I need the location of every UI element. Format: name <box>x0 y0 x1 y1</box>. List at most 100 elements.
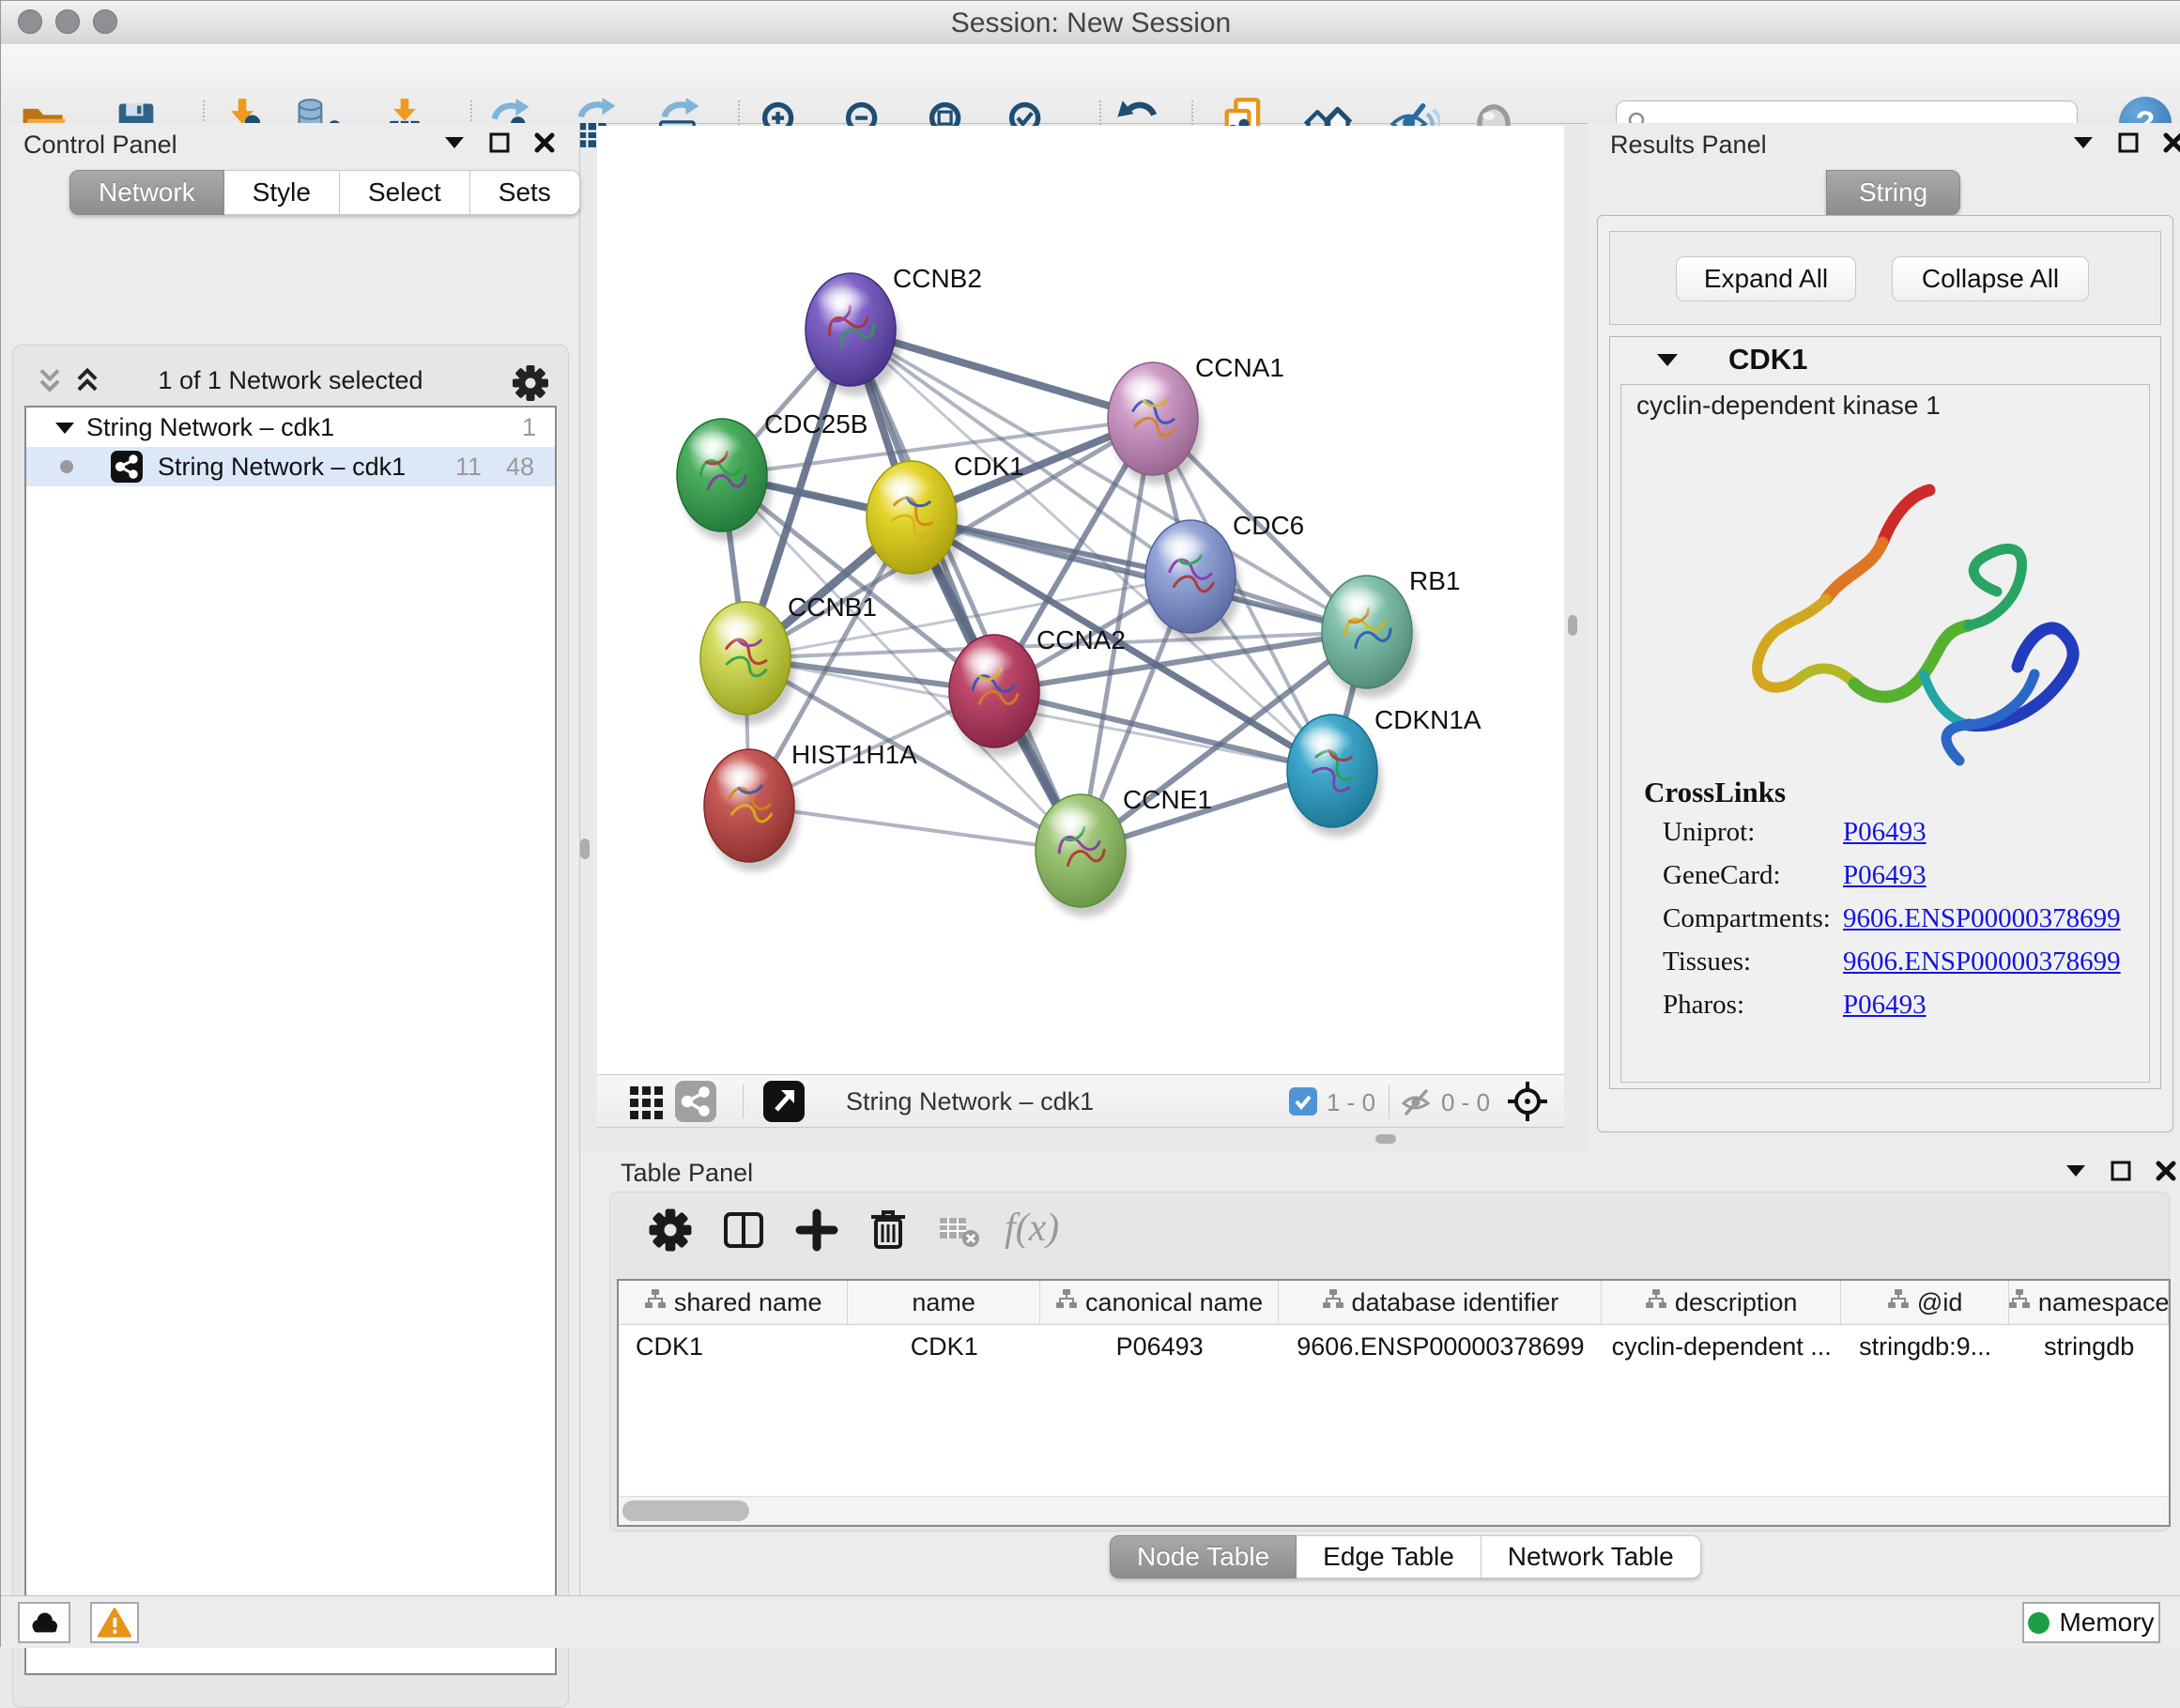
network-canvas[interactable]: CCNB2CCNA1CDC25BCDK1CDC6RB1CCNB1CCNA2CDK… <box>597 126 1564 1074</box>
results-panel-close-icon[interactable] <box>2161 131 2180 155</box>
network-node-CCNB2[interactable]: CCNB2 <box>806 264 982 395</box>
column-header-label: namespace <box>2038 1288 2169 1317</box>
table-panel-float-icon[interactable] <box>2109 1159 2133 1183</box>
gene-entry-header[interactable]: CDK1 <box>1610 337 2160 382</box>
table-cell[interactable]: stringdb <box>2009 1325 2169 1368</box>
edge-CCNB2-CCNE1[interactable] <box>851 330 1081 851</box>
share-network-icon[interactable] <box>675 1081 716 1122</box>
table-cell[interactable]: CDK1 <box>848 1325 1040 1368</box>
crosslink-value-link[interactable]: 9606.ENSP00000378699 <box>1843 903 2121 934</box>
column-header-name[interactable]: name <box>848 1281 1040 1324</box>
network-node-CDC6[interactable]: CDC6 <box>1145 511 1304 642</box>
collapse-all-button[interactable]: Collapse All <box>1892 256 2089 301</box>
bottom-splitter-handle[interactable] <box>1375 1134 1396 1144</box>
create-column-icon[interactable] <box>792 1206 841 1254</box>
fit-selected-crosshair-icon[interactable] <box>1506 1080 1549 1123</box>
tab-node-table[interactable]: Node Table <box>1110 1535 1297 1578</box>
collapse-entry-icon[interactable] <box>1655 350 1680 369</box>
table-cell[interactable]: cyclin-dependent ... <box>1602 1325 1840 1368</box>
table-panel-collapse-icon[interactable] <box>2064 1159 2088 1183</box>
network-list: String Network – cdk11String Network – c… <box>24 406 557 1675</box>
crosslink-label: Compartments: <box>1663 903 1831 933</box>
column-header-description[interactable]: description <box>1602 1281 1840 1324</box>
node-label-HIST1H1A: HIST1H1A <box>791 740 917 769</box>
expand-all-button[interactable]: Expand All <box>1676 256 1856 301</box>
network-status-dot <box>60 460 73 473</box>
grid-view-icon[interactable] <box>626 1081 668 1122</box>
main-toolbar: ? <box>1 44 2180 124</box>
crosslink-row: Uniprot:P06493 <box>1663 817 1755 854</box>
warnings-button[interactable] <box>90 1602 139 1643</box>
tab-edge-table[interactable]: Edge Table <box>1297 1535 1481 1578</box>
results-panel: Results Panel String Expand All Collapse… <box>1588 123 2180 1151</box>
network-options-gear-icon[interactable] <box>510 362 551 404</box>
tab-network-table[interactable]: Network Table <box>1481 1535 1701 1578</box>
table-cell[interactable]: 9606.ENSP00000378699 <box>1279 1325 1602 1368</box>
table-panel-close-icon[interactable] <box>2154 1159 2178 1183</box>
crosslink-value-link[interactable]: P06493 <box>1843 860 1927 891</box>
crosslink-row: GeneCard:P06493 <box>1663 860 1781 898</box>
network-node-CDK1[interactable]: CDK1 <box>867 452 1024 583</box>
control-panel-float-icon[interactable] <box>487 131 512 155</box>
tree-expander-icon[interactable] <box>54 413 86 442</box>
tab-style[interactable]: Style <box>224 170 340 215</box>
network-node-CDC25B[interactable]: CDC25B <box>677 409 867 541</box>
birdseye-view-icon[interactable] <box>763 1081 805 1122</box>
control-panel-collapse-icon[interactable] <box>442 131 467 155</box>
table-panel-tabs: Node TableEdge TableNetwork Table <box>1110 1535 1701 1578</box>
delete-table-icon[interactable] <box>935 1206 984 1254</box>
statusbar-separator <box>743 1085 744 1118</box>
network-node-CDKN1A[interactable]: CDKN1A <box>1287 705 1481 837</box>
table-cell[interactable]: P06493 <box>1040 1325 1279 1368</box>
protein-structure-image <box>1687 432 2091 808</box>
control-panel-tabs: NetworkStyleSelectSets <box>69 170 580 215</box>
control-panel: Control Panel NetworkStyleSelectSets 1 o… <box>1 123 580 1595</box>
scrollbar-thumb[interactable] <box>622 1500 749 1521</box>
network-node-CCNB1[interactable]: CCNB1 <box>700 592 877 724</box>
table-horizontal-scrollbar[interactable] <box>619 1496 2169 1525</box>
column-header-database-identifier[interactable]: database identifier <box>1279 1281 1602 1324</box>
table-cell[interactable]: CDK1 <box>619 1325 848 1368</box>
delete-column-trash-icon[interactable] <box>864 1206 913 1254</box>
crosslink-row: Tissues:9606.ENSP00000378699 <box>1663 946 1751 984</box>
edge-count: 48 <box>506 453 534 482</box>
network-node-CCNE1[interactable]: CCNE1 <box>1036 785 1212 916</box>
results-panel-collapse-icon[interactable] <box>2071 131 2096 155</box>
shared-column-tree-icon <box>1055 1288 1078 1317</box>
column-header-namespace[interactable]: namespace <box>2009 1281 2169 1324</box>
right-splitter-handle[interactable] <box>1568 615 1577 636</box>
string-results-box: Expand All Collapse All CDK1 cyclin-depe… <box>1597 215 2173 1132</box>
cloud-button[interactable] <box>18 1602 70 1643</box>
network-node-HIST1H1A[interactable]: HIST1H1A <box>704 740 917 871</box>
show-columns-icon[interactable] <box>719 1206 768 1254</box>
network-tree-row[interactable]: String Network – cdk11 <box>26 408 555 447</box>
network-node-RB1[interactable]: RB1 <box>1322 566 1460 698</box>
selected-checkbox-icon[interactable] <box>1289 1087 1317 1116</box>
left-splitter-handle[interactable] <box>580 839 590 859</box>
column-header-label: description <box>1675 1288 1798 1317</box>
table-options-gear-icon[interactable] <box>646 1206 695 1254</box>
tab-sets[interactable]: Sets <box>470 170 580 215</box>
hidden-eye-slash-icon[interactable] <box>1400 1085 1435 1120</box>
crosslink-value-link[interactable]: 9606.ENSP00000378699 <box>1843 946 2121 977</box>
column-header-shared-name[interactable]: shared name <box>619 1281 848 1324</box>
node-label-CCNB1: CCNB1 <box>788 592 877 622</box>
tab-string[interactable]: String <box>1826 170 1960 215</box>
column-header--id[interactable]: @id <box>1841 1281 2010 1324</box>
column-header-canonical-name[interactable]: canonical name <box>1040 1281 1279 1324</box>
memory-button[interactable]: Memory <box>2022 1602 2160 1643</box>
application-window: Session: New Session <box>0 0 2180 1647</box>
crosslink-value-link[interactable]: P06493 <box>1843 990 1927 1021</box>
tab-network[interactable]: Network <box>69 170 224 215</box>
network-tree-row[interactable]: String Network – cdk11148 <box>26 447 555 486</box>
table-row[interactable]: CDK1CDK1P064939606.ENSP00000378699cyclin… <box>619 1325 2169 1368</box>
function-builder-icon[interactable]: f(x) <box>1005 1206 1089 1254</box>
crosslink-value-link[interactable]: P06493 <box>1843 817 1927 848</box>
results-panel-float-icon[interactable] <box>2116 131 2141 155</box>
control-panel-close-icon[interactable] <box>532 131 557 155</box>
network-edges <box>722 330 1367 851</box>
table-cell[interactable]: stringdb:9... <box>1841 1325 2010 1368</box>
warning-icon <box>98 1607 131 1639</box>
tab-select[interactable]: Select <box>340 170 470 215</box>
edge-HIST1H1A-CCNE1[interactable] <box>749 806 1081 851</box>
